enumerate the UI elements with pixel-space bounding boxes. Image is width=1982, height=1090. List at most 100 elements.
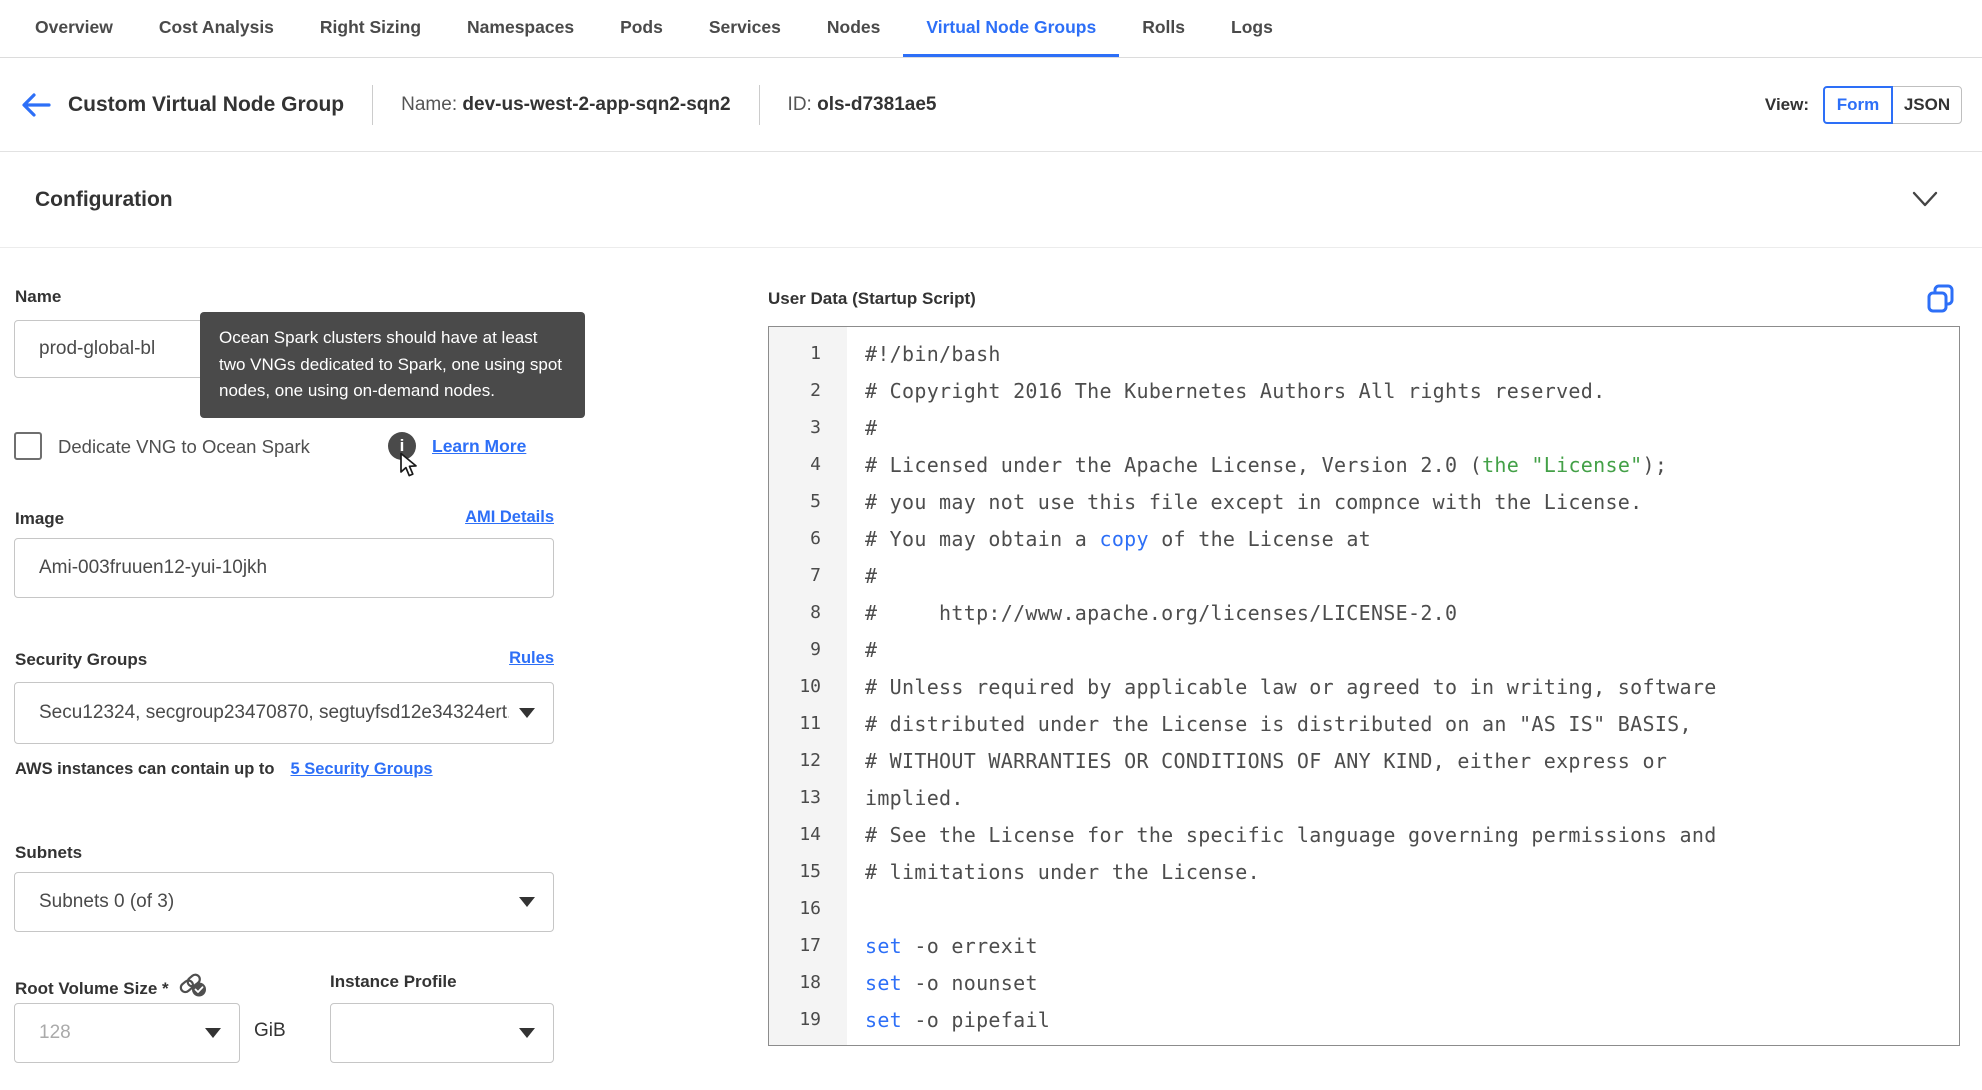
code-line: 10 # Unless required by applicable law or… xyxy=(769,668,1959,705)
tab-right-sizing[interactable]: Right Sizing xyxy=(297,0,444,57)
code-line: 18 set -o nounset xyxy=(769,964,1959,1001)
line-number: 16 xyxy=(769,890,847,927)
line-number: 14 xyxy=(769,816,847,853)
code-line: 9 # xyxy=(769,631,1959,668)
divider xyxy=(758,84,760,125)
rules-text: Rules xyxy=(509,649,554,667)
tab-nodes[interactable]: Nodes xyxy=(804,0,903,57)
view-label: View: xyxy=(1764,94,1809,114)
code-line: 3 # xyxy=(769,409,1959,446)
line-number: 5 xyxy=(769,483,847,520)
collapse-toggle[interactable] xyxy=(1912,191,1938,209)
copy-icon[interactable] xyxy=(1926,283,1956,320)
line-number: 13 xyxy=(769,779,847,816)
image-input[interactable]: Ami-003fruuen12-yui-10jkh xyxy=(14,538,554,598)
subnets-value: Subnets 0 (of 3) xyxy=(39,891,175,912)
name-label: Name xyxy=(15,287,62,306)
code-text: # Licensed under the Apache License, Ver… xyxy=(865,452,1668,477)
line-number: 19 xyxy=(769,1001,847,1038)
code-line: 11 # distributed under the License is dis… xyxy=(769,705,1959,742)
line-number: 12 xyxy=(769,742,847,779)
vng-name-label: Name: xyxy=(401,93,458,115)
tab-virtual-node-groups[interactable]: Virtual Node Groups xyxy=(903,0,1120,57)
code-text: #!/bin/bash xyxy=(865,341,1001,366)
back-button[interactable] xyxy=(20,90,54,120)
caret-down-icon xyxy=(519,708,535,718)
root-volume-size-placeholder: 128 xyxy=(39,1022,71,1043)
learn-more-link[interactable]: Learn More xyxy=(432,436,526,457)
tab-logs[interactable]: Logs xyxy=(1208,0,1296,57)
line-number: 15 xyxy=(769,853,847,890)
configuration-title: Configuration xyxy=(35,187,173,211)
rules-link[interactable]: Rules xyxy=(14,649,554,668)
user-data-editor[interactable]: 1 #!/bin/bash 2 # Copyright 2016 The Kubern… xyxy=(768,326,1960,1046)
tab-cost-analysis[interactable]: Cost Analysis xyxy=(136,0,297,57)
tab-services[interactable]: Services xyxy=(686,0,804,57)
virtual-node-group-page: Overview Cost Analysis Right Sizing Namespa… xyxy=(0,0,1982,1090)
view-form-button[interactable]: Form xyxy=(1823,85,1893,124)
mouse-cursor-icon xyxy=(398,452,424,485)
code-line: 5 # you may not use this file except in c… xyxy=(769,483,1959,520)
hint-text: AWS instances can contain up to xyxy=(15,760,275,778)
gib-unit-label: GiB xyxy=(254,1020,286,1041)
code-text: # xyxy=(865,563,878,588)
code-text: # xyxy=(865,415,878,440)
divider xyxy=(372,84,374,125)
code-text: # See the License for the specific langu… xyxy=(865,822,1717,847)
code-text: implied. xyxy=(865,785,964,810)
line-number: 4 xyxy=(769,446,847,483)
code-text: # Unless required by applicable law or a… xyxy=(865,674,1717,699)
ocean-spark-tooltip: Ocean Spark clusters should have at leas… xyxy=(200,312,585,418)
line-number: 9 xyxy=(769,631,847,668)
code-line: 13 implied. xyxy=(769,779,1959,816)
ami-details-text: AMI Details xyxy=(465,508,554,526)
user-data-label: User Data (Startup Script) xyxy=(768,289,976,308)
tab-bar: Overview Cost Analysis Right Sizing Namespa… xyxy=(0,0,1982,58)
instance-profile-select[interactable] xyxy=(330,1003,554,1063)
vng-name-value: dev-us-west-2-app-sqn2-sqn2 xyxy=(462,93,731,115)
page-title: Custom Virtual Node Group xyxy=(68,92,345,116)
tab-overview[interactable]: Overview xyxy=(12,0,136,57)
dedicate-vng-checkbox[interactable] xyxy=(14,432,42,460)
subnets-select[interactable]: Subnets 0 (of 3) xyxy=(14,872,554,932)
line-number: 7 xyxy=(769,557,847,594)
root-volume-size-label: Root Volume Size * xyxy=(15,972,208,1003)
line-number: 18 xyxy=(769,964,847,1001)
tab-namespaces[interactable]: Namespaces xyxy=(444,0,597,57)
line-number: 1 xyxy=(769,335,847,372)
chevron-down-icon xyxy=(1912,191,1938,206)
code-line: 14 # See the License for the specific lan… xyxy=(769,816,1959,853)
line-number: 2 xyxy=(769,372,847,409)
subnets-label: Subnets xyxy=(15,843,83,862)
caret-down-icon xyxy=(205,1028,221,1038)
ami-details-link[interactable]: AMI Details xyxy=(14,508,554,527)
caret-down-icon xyxy=(519,1028,535,1038)
code-text: set -o nounset xyxy=(865,970,1038,995)
five-security-groups-link[interactable]: 5 Security Groups xyxy=(290,760,432,779)
code-text: # you may not use this file except in co… xyxy=(865,489,1643,514)
vng-id: ID: ols-d7381ae5 xyxy=(788,94,937,116)
caret-down-icon xyxy=(519,897,535,907)
code-line: 19 set -o pipefail xyxy=(769,1001,1959,1038)
line-number: 8 xyxy=(769,594,847,631)
code-line: 16 xyxy=(769,890,1959,927)
line-number: 6 xyxy=(769,520,847,557)
tab-pods[interactable]: Pods xyxy=(597,0,686,57)
code-line: 7 # xyxy=(769,557,1959,594)
line-number: 11 xyxy=(769,705,847,742)
vng-id-label: ID: xyxy=(787,93,812,115)
code-line: 15 # limitations under the License. xyxy=(769,853,1959,890)
code-line: 6 # You may obtain a copy of the License … xyxy=(769,520,1959,557)
root-volume-size-text: Root Volume Size * xyxy=(15,979,169,998)
dedicate-vng-label: Dedicate VNG to Ocean Spark xyxy=(58,436,310,457)
code-line: 2 # Copyright 2016 The Kubernetes Authors… xyxy=(769,372,1959,409)
link-check-icon xyxy=(178,972,208,1003)
code-rows: 1 #!/bin/bash 2 # Copyright 2016 The Kubern… xyxy=(769,327,1959,1038)
view-toggle: Form JSON xyxy=(1823,85,1962,124)
root-volume-size-select[interactable]: 128 xyxy=(14,1003,240,1063)
tab-rolls[interactable]: Rolls xyxy=(1119,0,1208,57)
security-groups-select[interactable]: Secu12324, secgroup23470870, segtuyfsd12… xyxy=(14,682,554,744)
configuration-section-header: Configuration xyxy=(0,152,1982,248)
view-json-button[interactable]: JSON xyxy=(1892,85,1962,124)
code-text: set -o errexit xyxy=(865,933,1038,958)
